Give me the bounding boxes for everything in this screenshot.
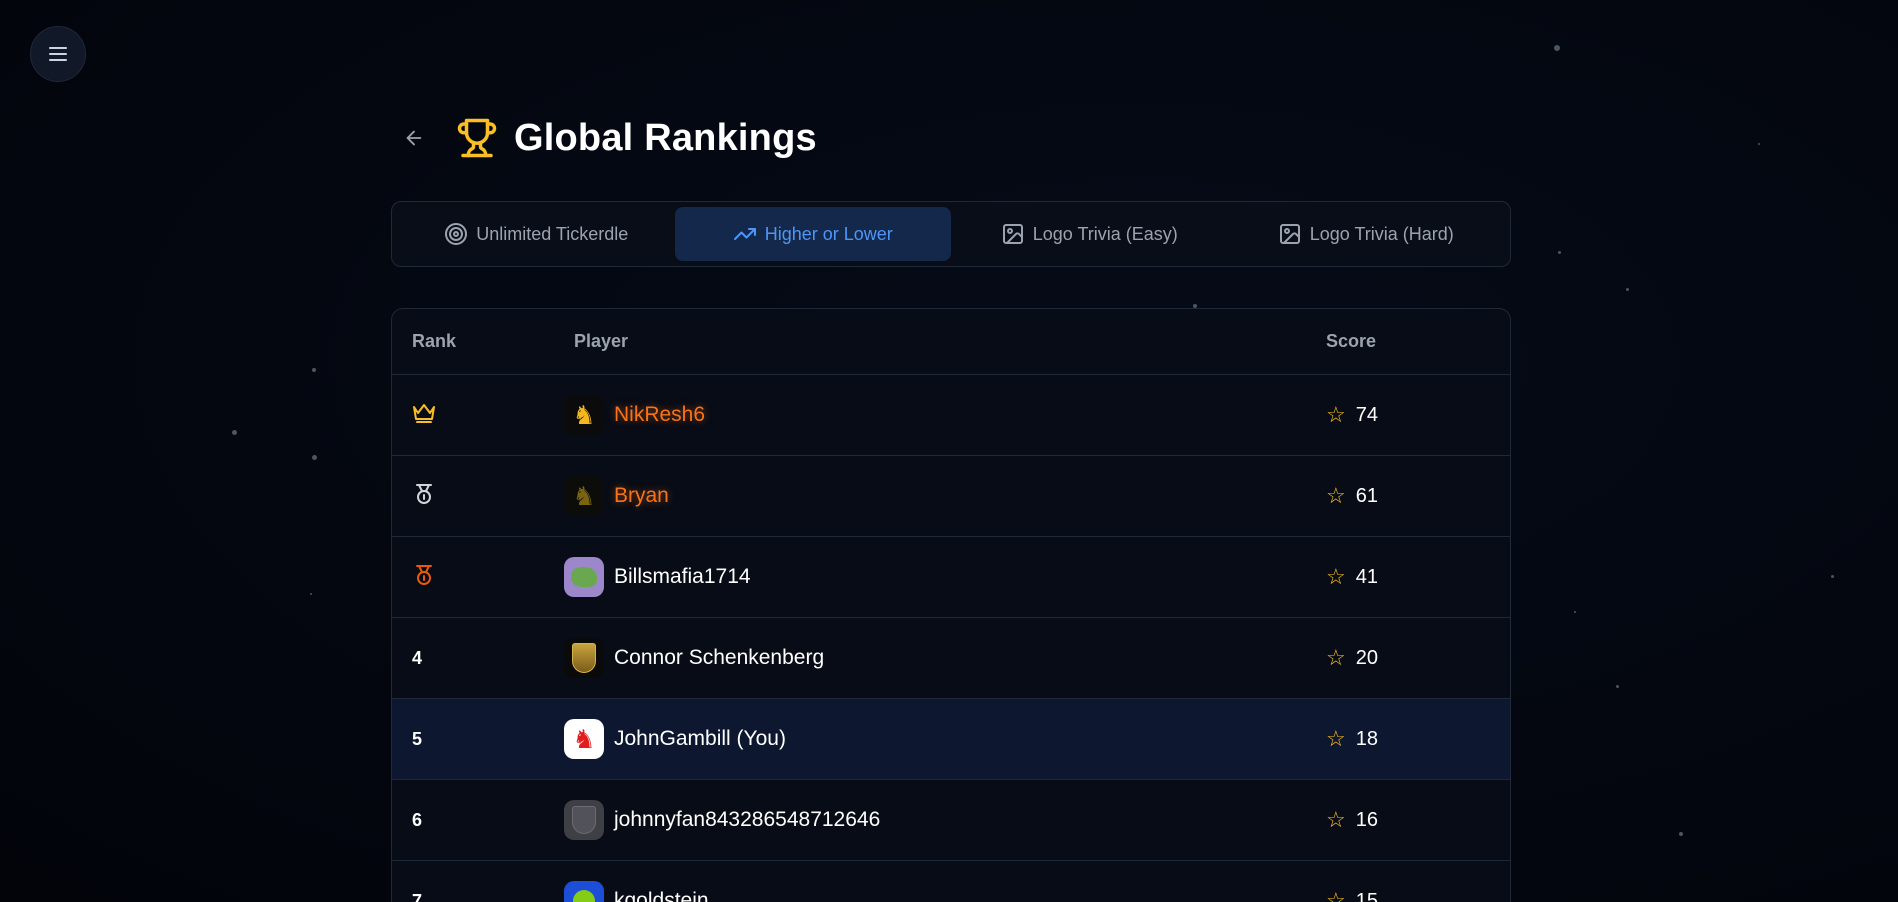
player-name: NikResh6 <box>614 403 706 426</box>
target-icon <box>445 223 468 245</box>
rank-number: 4 <box>412 647 423 668</box>
game-mode-tabs: Unlimited Tickerdle Higher or Lower Logo… <box>391 201 1511 267</box>
score-value: 74 <box>1355 403 1378 426</box>
page-header: Global Rankings <box>400 112 817 164</box>
tab-unlimited-tickerdle[interactable]: Unlimited Tickerdle <box>398 207 675 261</box>
trending-up-icon <box>733 228 756 240</box>
image-icon <box>1002 224 1023 244</box>
score-value: 18 <box>1355 727 1378 750</box>
star-icon: ☆ <box>1326 402 1346 427</box>
player-name: Billsmafia1714 <box>614 565 751 588</box>
ferrari-horse-dark-icon: ♞ <box>564 476 604 516</box>
table-row[interactable]: 7 kgoldstein ☆ 15 <box>392 861 1510 902</box>
score-value: 61 <box>1355 484 1378 507</box>
trophy-icon <box>456 116 500 160</box>
image-icon <box>1279 224 1300 244</box>
score-value: 15 <box>1355 889 1378 902</box>
silver-medal-icon <box>416 483 432 504</box>
tab-higher-or-lower[interactable]: Higher or Lower <box>674 207 951 261</box>
hamburger-icon <box>49 47 67 61</box>
player-name: Bryan <box>614 484 669 507</box>
tab-label: Higher or Lower <box>764 223 893 244</box>
table-row[interactable]: ♞ NikResh6 ☆ 74 <box>392 375 1510 456</box>
ferrari-horse-red-icon: ♞ <box>564 719 604 759</box>
menu-button[interactable] <box>30 26 86 82</box>
table-row[interactable]: 6 johnnyfan843286548712646 ☆ 16 <box>392 780 1510 861</box>
porsche-crest-icon <box>564 638 604 678</box>
star-icon: ☆ <box>1326 564 1346 589</box>
player-name: johnnyfan843286548712646 <box>614 808 881 831</box>
crest-gray-icon <box>564 800 604 840</box>
page-title: Global Rankings <box>514 116 817 159</box>
player-header: Player <box>574 331 629 351</box>
tab-label: Logo Trivia (Hard) <box>1309 223 1454 244</box>
bronze-medal-icon <box>416 564 432 585</box>
player-name: JohnGambill (You) <box>614 727 786 750</box>
table-row[interactable]: ♞ Bryan ☆ 61 <box>392 456 1510 537</box>
star-icon: ☆ <box>1326 888 1346 902</box>
table-header: Rank Player Score <box>392 309 1510 375</box>
green-blob-icon <box>564 557 604 597</box>
rank-header: Rank <box>412 331 457 351</box>
star-icon: ☆ <box>1326 726 1346 751</box>
rank-number: 5 <box>412 728 423 749</box>
score-value: 41 <box>1355 565 1378 588</box>
arrow-left-icon <box>406 130 422 146</box>
star-icon: ☆ <box>1326 645 1346 670</box>
rank-number: 6 <box>412 809 423 830</box>
tab-logo-trivia-hard[interactable]: Logo Trivia (Hard) <box>1228 207 1505 261</box>
player-name: Connor Schenkenberg <box>614 646 825 669</box>
tab-label: Unlimited Tickerdle <box>476 223 629 244</box>
score-header: Score <box>1326 331 1377 351</box>
globe-blue-icon <box>564 881 604 902</box>
table-row-current-user[interactable]: 5 ♞ JohnGambill (You) ☆ 18 <box>392 699 1510 780</box>
player-name: kgoldstein <box>614 889 709 902</box>
table-row[interactable]: 4 Connor Schenkenberg ☆ 20 <box>392 618 1510 699</box>
back-button[interactable] <box>400 124 428 152</box>
score-value: 20 <box>1355 646 1378 669</box>
rankings-table: Rank Player Score ♞ NikResh6 ☆ 74 ♞ Brya… <box>391 308 1511 902</box>
star-icon: ☆ <box>1326 483 1346 508</box>
table-row[interactable]: Billsmafia1714 ☆ 41 <box>392 537 1510 618</box>
crown-icon <box>413 403 435 423</box>
star-icon: ☆ <box>1326 807 1346 832</box>
tab-logo-trivia-easy[interactable]: Logo Trivia (Easy) <box>951 207 1228 261</box>
rank-number: 7 <box>412 890 423 902</box>
ferrari-horse-gold-icon: ♞ <box>564 395 604 435</box>
tab-label: Logo Trivia (Easy) <box>1032 223 1178 244</box>
score-value: 16 <box>1355 808 1378 831</box>
